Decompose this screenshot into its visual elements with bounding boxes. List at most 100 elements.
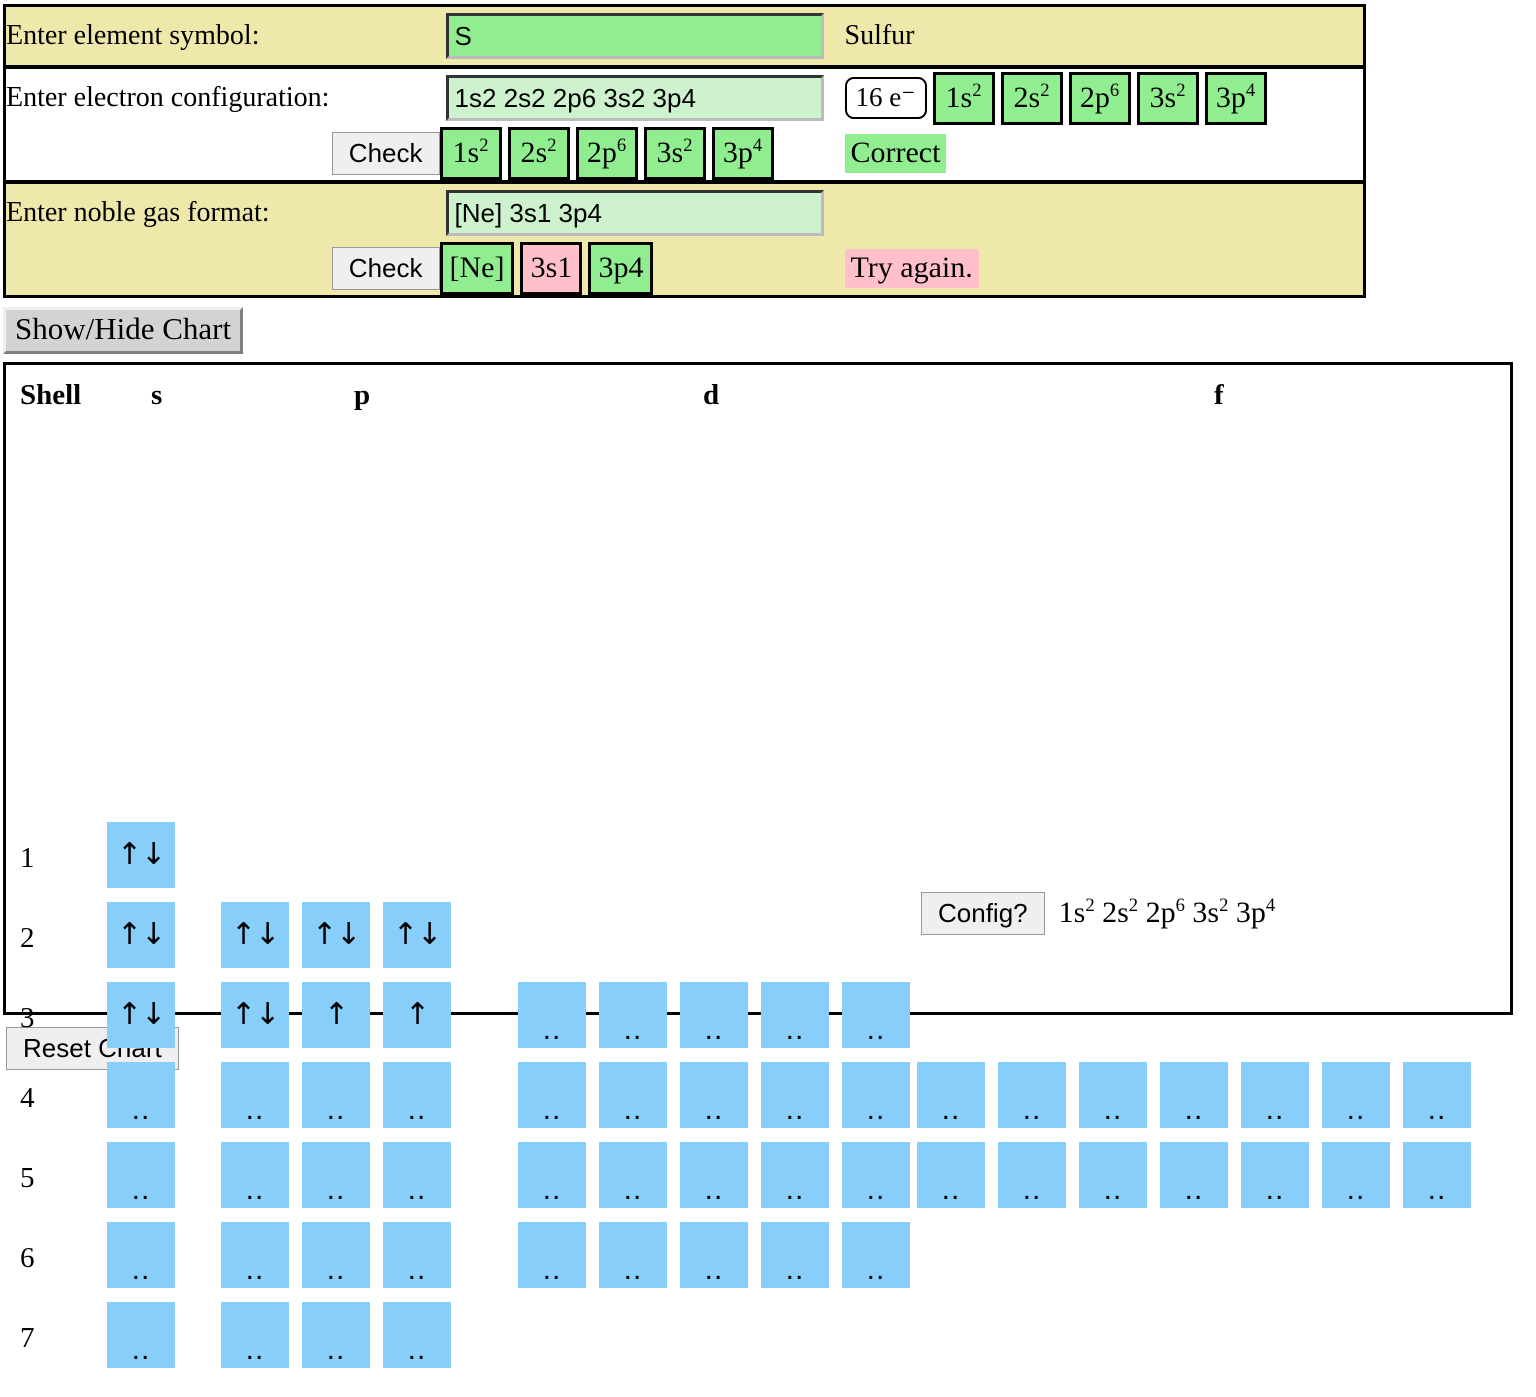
orbital-cell-6s[interactable]: .. bbox=[107, 1221, 175, 1288]
config-verdict-cell: Correct bbox=[844, 127, 1365, 180]
orbital-cell-5f[interactable]: .. bbox=[1160, 1141, 1228, 1208]
orbital-cell-5p[interactable]: .. bbox=[302, 1141, 370, 1208]
chip-exponent: 4 bbox=[752, 135, 763, 156]
orbital-cell-4p[interactable]: .. bbox=[221, 1061, 289, 1128]
chip-exponent: 2 bbox=[1040, 79, 1050, 101]
orbital-cell-3p[interactable]: ↑↓ bbox=[221, 981, 289, 1048]
electron-configuration-input[interactable] bbox=[445, 75, 824, 121]
chart-config-row: Config? 1s2 2s2 2p6 3s2 3p4 bbox=[921, 891, 1276, 935]
orbital-cell-5p[interactable]: .. bbox=[383, 1141, 451, 1208]
check-noble-gas-button[interactable]: Check bbox=[331, 246, 440, 291]
orbital-cell-4d[interactable]: .. bbox=[761, 1061, 829, 1128]
noble-check-result-cell: [Ne] 3s1 3p4 bbox=[439, 242, 845, 297]
orbital-cell-3d[interactable]: .. bbox=[680, 981, 748, 1048]
reference-chip-list: 16 e⁻ 1s2 2s2 2p6 3s2 3p4 bbox=[844, 71, 1364, 125]
orbital-cell-4f[interactable]: .. bbox=[998, 1061, 1066, 1128]
orbital-cell-2p[interactable]: ↑↓ bbox=[383, 901, 451, 968]
orbital-cell-4p[interactable]: .. bbox=[302, 1061, 370, 1128]
element-symbol-input-cell bbox=[439, 5, 845, 65]
orbital-cell-6d[interactable]: .. bbox=[599, 1221, 667, 1288]
orbital-cell-4d[interactable]: .. bbox=[680, 1061, 748, 1128]
orbital-cell-4f[interactable]: .. bbox=[917, 1061, 985, 1128]
orbital-cell-3d[interactable]: .. bbox=[599, 981, 667, 1048]
orbital-cell-4s[interactable]: .. bbox=[107, 1061, 175, 1128]
chip-base: 3p bbox=[1215, 80, 1246, 114]
orbital-cell-3p[interactable]: ↑ bbox=[383, 981, 451, 1048]
chip-exponent: 2 bbox=[547, 135, 557, 156]
config-term-exponent: 2 bbox=[1128, 895, 1139, 917]
orbital-cell-7s[interactable]: .. bbox=[107, 1301, 175, 1368]
orbital-cell-5d[interactable]: .. bbox=[761, 1141, 829, 1208]
chip-base: 2s bbox=[1013, 80, 1041, 114]
shell-number: 4 bbox=[20, 1081, 35, 1114]
orbital-cell-3d[interactable]: .. bbox=[761, 981, 829, 1048]
element-symbol-input[interactable] bbox=[445, 13, 824, 59]
orbital-cell-3s[interactable]: ↑↓ bbox=[107, 981, 175, 1048]
result-chip: 3p4 bbox=[588, 242, 654, 295]
configuration-form-table: Enter element symbol: Sulfur Enter elect… bbox=[3, 4, 1366, 298]
orbital-cell-6p[interactable]: .. bbox=[221, 1221, 289, 1288]
result-chip: 2s2 bbox=[507, 127, 570, 180]
orbital-cell-5f[interactable]: .. bbox=[917, 1141, 985, 1208]
orbital-cell-1s[interactable]: ↑↓ bbox=[107, 821, 175, 888]
orbital-cell-4d[interactable]: .. bbox=[599, 1061, 667, 1128]
config-term-exponent: 2 bbox=[1085, 895, 1095, 917]
orbital-cell-5s[interactable]: .. bbox=[107, 1141, 175, 1208]
shell-number: 1 bbox=[20, 841, 35, 874]
orbital-cell-4f[interactable]: .. bbox=[1160, 1061, 1228, 1128]
config-result-chip-list: 1s2 2s2 2p6 3s2 3p4 bbox=[439, 127, 845, 180]
orbital-cell-2p[interactable]: ↑↓ bbox=[302, 901, 370, 968]
config-term-exponent: 6 bbox=[1175, 895, 1185, 917]
chip-base: [Ne] bbox=[449, 251, 505, 284]
orbital-cell-2p[interactable]: ↑↓ bbox=[221, 901, 289, 968]
orbital-cell-5f[interactable]: .. bbox=[1079, 1141, 1147, 1208]
check-configuration-button[interactable]: Check bbox=[331, 131, 440, 176]
chart-config-display: 1s2 2s2 2p6 3s2 3p4 bbox=[1059, 896, 1276, 930]
orbital-cell-3d[interactable]: .. bbox=[518, 981, 586, 1048]
orbital-cell-5d[interactable]: .. bbox=[599, 1141, 667, 1208]
orbital-cell-7p[interactable]: .. bbox=[221, 1301, 289, 1368]
orbital-cell-3p[interactable]: ↑ bbox=[302, 981, 370, 1048]
orbital-cell-6d[interactable]: .. bbox=[680, 1221, 748, 1288]
orbital-cell-5f[interactable]: .. bbox=[998, 1141, 1066, 1208]
orbital-cell-4p[interactable]: .. bbox=[383, 1061, 451, 1128]
orbital-cell-5f[interactable]: .. bbox=[1322, 1141, 1390, 1208]
show-hide-chart-button[interactable]: Show/Hide Chart bbox=[3, 307, 244, 354]
config-term-base: 3p bbox=[1235, 896, 1266, 930]
config-term: 1s2 bbox=[1059, 896, 1095, 929]
orbital-cell-6d[interactable]: .. bbox=[761, 1221, 829, 1288]
orbital-cell-5d[interactable]: .. bbox=[518, 1141, 586, 1208]
orbital-cell-4f[interactable]: .. bbox=[1079, 1061, 1147, 1128]
orbital-cell-4f[interactable]: .. bbox=[1322, 1061, 1390, 1128]
orbital-cell-3d[interactable]: .. bbox=[842, 981, 910, 1048]
orbital-cell-4f[interactable]: .. bbox=[1241, 1061, 1309, 1128]
orbital-cell-5p[interactable]: .. bbox=[221, 1141, 289, 1208]
orbital-cell-7p[interactable]: .. bbox=[383, 1301, 451, 1368]
result-chip: 1s2 bbox=[439, 127, 502, 180]
orbital-cell-4d[interactable]: .. bbox=[842, 1061, 910, 1128]
orbital-cell-5f[interactable]: .. bbox=[1241, 1141, 1309, 1208]
orbital-cell-6d[interactable]: .. bbox=[518, 1221, 586, 1288]
element-symbol-row: Enter element symbol: Sulfur bbox=[4, 5, 1365, 65]
orbital-cell-2s[interactable]: ↑↓ bbox=[107, 901, 175, 968]
orbital-cell-6d[interactable]: .. bbox=[842, 1221, 910, 1288]
config-question-button[interactable]: Config? bbox=[921, 891, 1045, 935]
config-check-button-cell: Check bbox=[4, 127, 440, 180]
orbital-cell-5d[interactable]: .. bbox=[680, 1141, 748, 1208]
orbital-chart-header: Shell s p d f bbox=[6, 365, 1510, 421]
header-d-orbital: d bbox=[703, 378, 720, 411]
reference-chip: 1s2 bbox=[932, 71, 995, 125]
chip-base: 2s bbox=[520, 136, 548, 169]
orbital-cell-7p[interactable]: .. bbox=[302, 1301, 370, 1368]
config-term: 2s2 bbox=[1102, 896, 1138, 929]
orbital-cell-4f[interactable]: .. bbox=[1403, 1061, 1471, 1128]
config-term-base: 2s bbox=[1102, 896, 1129, 930]
result-chip: 3s1 bbox=[520, 242, 583, 295]
orbital-cell-6p[interactable]: .. bbox=[302, 1221, 370, 1288]
noble-gas-input[interactable] bbox=[445, 190, 824, 236]
config-term-exponent: 2 bbox=[1219, 895, 1229, 917]
orbital-cell-5d[interactable]: .. bbox=[842, 1141, 910, 1208]
orbital-cell-6p[interactable]: .. bbox=[383, 1221, 451, 1288]
orbital-cell-5f[interactable]: .. bbox=[1403, 1141, 1471, 1208]
orbital-cell-4d[interactable]: .. bbox=[518, 1061, 586, 1128]
